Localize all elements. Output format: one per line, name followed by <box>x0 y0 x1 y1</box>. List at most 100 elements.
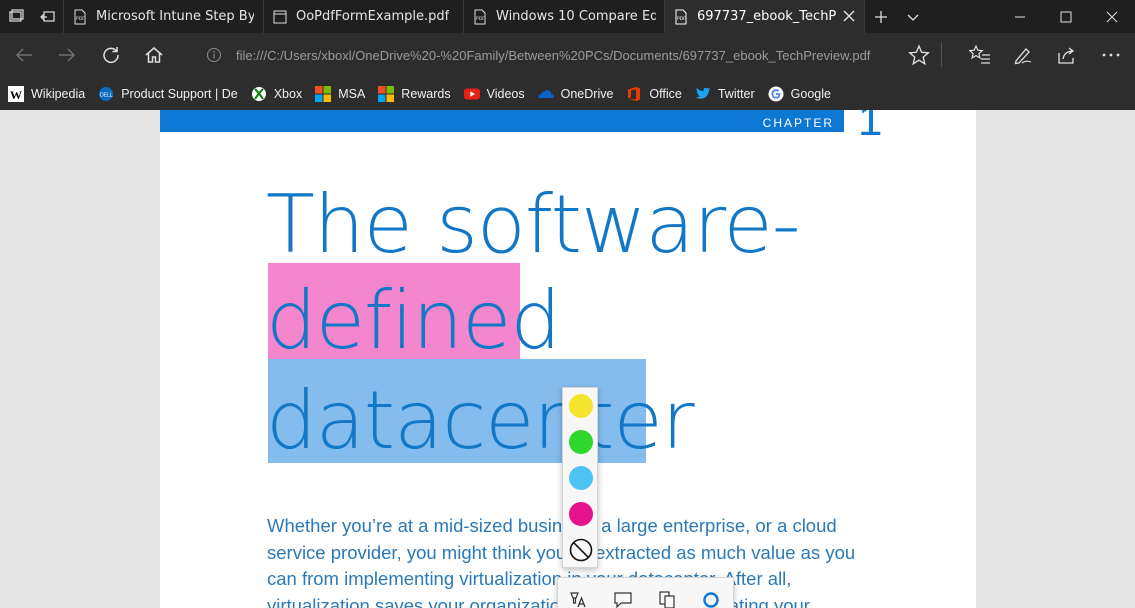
add-favorite-button[interactable] <box>903 40 935 70</box>
maximize-icon <box>1060 11 1072 22</box>
add-comment-button[interactable] <box>612 589 634 608</box>
set-aside-icon <box>39 10 55 22</box>
refresh-button[interactable] <box>95 40 127 70</box>
share-button[interactable] <box>1051 40 1083 70</box>
chapter-number: 1 <box>858 110 883 145</box>
highlight-button[interactable] <box>568 589 590 608</box>
tab-bar: PDF Microsoft Intune Step By Step OoPdfF… <box>0 0 1135 33</box>
chapter-title-line-3: datacenter <box>266 374 695 467</box>
arrow-left-icon <box>15 48 32 62</box>
wikipedia-icon: W <box>8 85 24 102</box>
favorite-label: Twitter <box>717 86 755 101</box>
favorite-rewards[interactable]: Rewards <box>378 85 451 102</box>
home-button[interactable] <box>138 40 170 70</box>
google-icon <box>768 86 784 102</box>
svg-text:W: W <box>10 88 22 102</box>
minimize-icon <box>1015 16 1025 17</box>
plus-icon <box>875 10 887 23</box>
favorite-label: Product Support | De <box>121 86 238 101</box>
pdf-viewer[interactable]: CHAPTER 1 The software- defined datacent… <box>0 110 1135 608</box>
favorite-label: Wikipedia <box>31 86 86 101</box>
close-icon <box>1106 11 1118 22</box>
new-tab-button[interactable] <box>865 0 897 33</box>
svg-text:DELL: DELL <box>100 92 113 98</box>
more-icon <box>1102 53 1120 57</box>
tab-title: OoPdfFormExample.pdf <box>296 9 450 24</box>
highlight-color-magenta[interactable] <box>569 502 593 526</box>
remove-highlight-button[interactable] <box>569 538 593 562</box>
close-tab-icon[interactable] <box>842 9 856 23</box>
cortana-button[interactable] <box>700 589 722 608</box>
pdf-file-icon: PDF <box>675 9 687 24</box>
tab-preview-button[interactable] <box>0 0 32 33</box>
microsoft-icon <box>378 85 395 102</box>
star-icon <box>908 44 930 66</box>
favorites-hub-button[interactable] <box>964 40 996 70</box>
share-icon <box>1058 47 1075 64</box>
chapter-banner: CHAPTER <box>160 110 844 132</box>
tab-windows-compare[interactable]: PDF Windows 10 Compare Editions <box>464 0 665 33</box>
favorite-videos[interactable]: Videos <box>463 86 525 102</box>
favorites-bar: W Wikipedia DELL Product Support | De Xb… <box>0 77 1135 110</box>
svg-text:PDF: PDF <box>76 16 85 22</box>
tab-title: Windows 10 Compare Editions <box>496 9 656 24</box>
selection-toolbar <box>557 577 734 608</box>
home-icon <box>145 47 163 63</box>
url-text: file:///C:/Users/xboxl/OneDrive%20-%20Fa… <box>236 47 871 63</box>
copy-button[interactable] <box>656 589 678 608</box>
highlight-color-yellow[interactable] <box>569 394 593 418</box>
favorite-label: MSA <box>338 86 366 101</box>
forward-button[interactable] <box>51 40 83 70</box>
close-window-button[interactable] <box>1089 0 1135 33</box>
favorites-list-icon <box>969 44 990 64</box>
highlight-color-picker <box>562 387 598 568</box>
favorite-xbox[interactable]: Xbox <box>251 86 303 102</box>
favorite-office[interactable]: Office <box>626 86 682 102</box>
maximize-button[interactable] <box>1043 0 1089 33</box>
back-button[interactable] <box>8 40 40 70</box>
web-note-button[interactable] <box>1007 40 1039 70</box>
favorite-onedrive[interactable]: OneDrive <box>538 86 614 102</box>
more-button[interactable] <box>1095 40 1127 70</box>
onedrive-icon <box>538 86 554 102</box>
favorite-label: Videos <box>486 86 525 101</box>
tab-ebook-techpreview[interactable]: PDF 697737_ebook_TechPreview <box>665 0 865 33</box>
tabs-aside-icon <box>9 8 24 22</box>
toolbar-separator <box>941 43 942 67</box>
favorite-product-support[interactable]: DELL Product Support | De <box>98 86 238 102</box>
tab-intune[interactable]: PDF Microsoft Intune Step By Step <box>64 0 264 33</box>
info-icon[interactable] <box>206 47 222 63</box>
cortana-icon <box>703 592 719 608</box>
favorite-label: Xbox <box>273 86 303 101</box>
no-highlight-icon <box>569 538 593 562</box>
office-icon <box>626 86 642 102</box>
chapter-title-line-2: defined <box>266 274 561 367</box>
highlight-color-green[interactable] <box>569 430 593 454</box>
set-tabs-aside-button[interactable] <box>32 0 64 33</box>
refresh-icon <box>103 47 119 64</box>
favorite-google[interactable]: Google <box>768 86 831 102</box>
highlight-color-light-blue[interactable] <box>569 466 593 490</box>
chevron-down-icon <box>907 14 919 21</box>
arrow-right-icon <box>59 48 76 62</box>
favorite-label: OneDrive <box>560 86 614 101</box>
tab-list-button[interactable] <box>897 0 929 33</box>
comment-icon <box>614 592 632 608</box>
tab-title: 697737_ebook_TechPreview <box>697 9 837 24</box>
pdf-file-icon: PDF <box>74 9 86 24</box>
dell-icon: DELL <box>98 86 114 102</box>
favorite-msa[interactable]: MSA <box>315 85 366 102</box>
youtube-icon <box>463 86 480 102</box>
favorite-wikipedia[interactable]: W Wikipedia <box>8 85 86 102</box>
favorite-label: Rewards <box>401 86 451 101</box>
favorite-label: Google <box>790 86 831 101</box>
favorite-label: Office <box>649 86 682 101</box>
minimize-button[interactable] <box>997 0 1043 33</box>
chapter-title-line-1: The software- <box>266 178 801 271</box>
favorite-twitter[interactable]: Twitter <box>695 86 755 102</box>
tab-title: Microsoft Intune Step By Step <box>96 9 254 24</box>
copy-icon <box>659 591 675 608</box>
address-bar[interactable]: file:///C:/Users/xboxl/OneDrive%20-%20Fa… <box>196 41 896 69</box>
tab-oopdf[interactable]: OoPdfFormExample.pdf <box>264 0 464 33</box>
highlighter-icon <box>570 592 586 608</box>
